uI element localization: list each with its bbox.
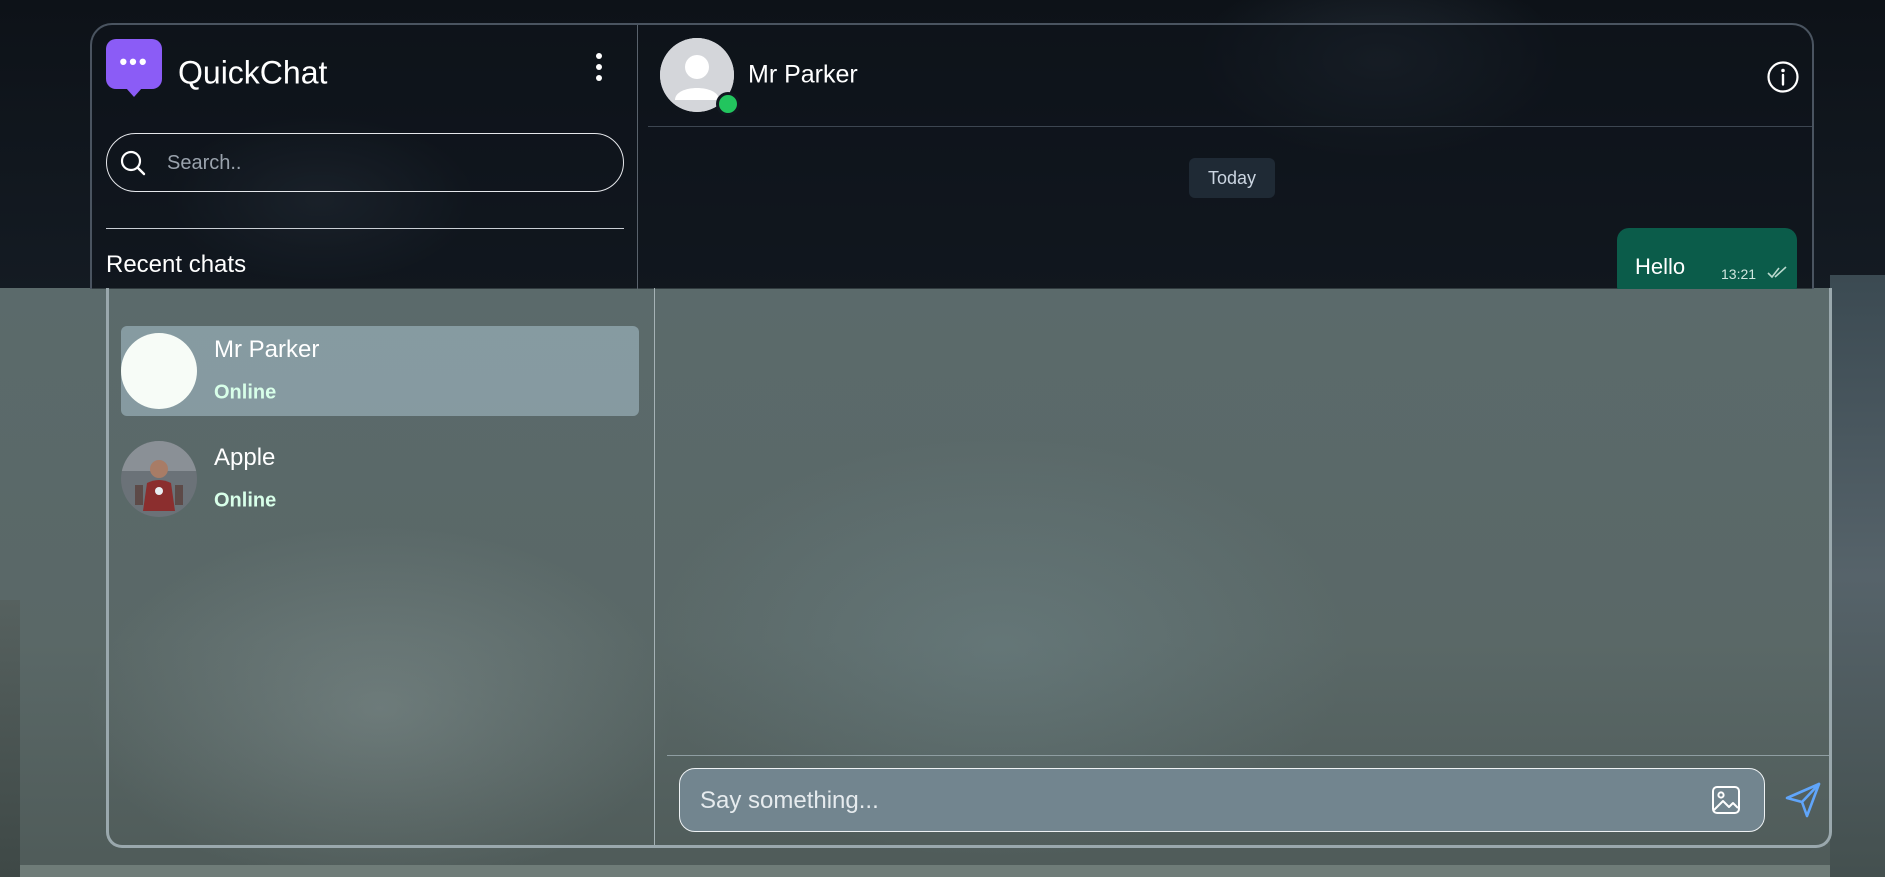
avatar [121,333,197,409]
send-icon[interactable] [1783,780,1823,820]
chat-bubble-icon: ••• [106,39,162,97]
image-icon[interactable] [1710,784,1742,816]
chat-list-item[interactable]: Apple Online [121,434,639,524]
chat-list-item[interactable]: Mr Parker Online [121,326,639,416]
message-time: 13:21 [1721,266,1757,282]
avatar-photo-icon [121,441,197,517]
message-composer [679,768,1765,832]
chat-app-window-top: ••• QuickChat Recent chats Mr Parker [90,23,1814,289]
date-separator: Today [1189,158,1275,198]
info-icon[interactable] [1766,60,1800,94]
sidebar: ••• QuickChat Recent chats [92,25,638,289]
double-check-icon [1767,266,1787,279]
online-status-dot [716,92,740,116]
chat-app-window-bottom: Mr Parker Online Apple Online [106,288,1832,848]
recent-chats-heading: Recent chats [106,251,247,278]
avatar [121,441,197,517]
sidebar-divider [106,228,624,229]
composer-divider [667,755,1829,756]
kebab-menu-icon[interactable] [592,53,606,87]
background-rocks-right [1830,275,1885,877]
message-text: Hello [1635,254,1686,279]
chat-list: Mr Parker Online Apple Online [109,288,655,845]
contact-name: Mr Parker [748,60,858,89]
search-input[interactable] [165,134,609,192]
message-input[interactable] [698,769,1682,832]
search-bar [106,133,624,192]
chat-item-status: Online [214,381,277,404]
message-bubble-outgoing[interactable]: Hello 13:21 [1617,228,1797,289]
search-icon [120,150,146,176]
chat-item-status: Online [214,489,277,512]
background-rocks-left [0,600,20,877]
chat-item-name: Mr Parker [214,336,320,363]
chat-item-name: Apple [214,444,276,471]
app-title: QuickChat [178,54,328,91]
chat-header: Mr Parker [648,25,1812,127]
